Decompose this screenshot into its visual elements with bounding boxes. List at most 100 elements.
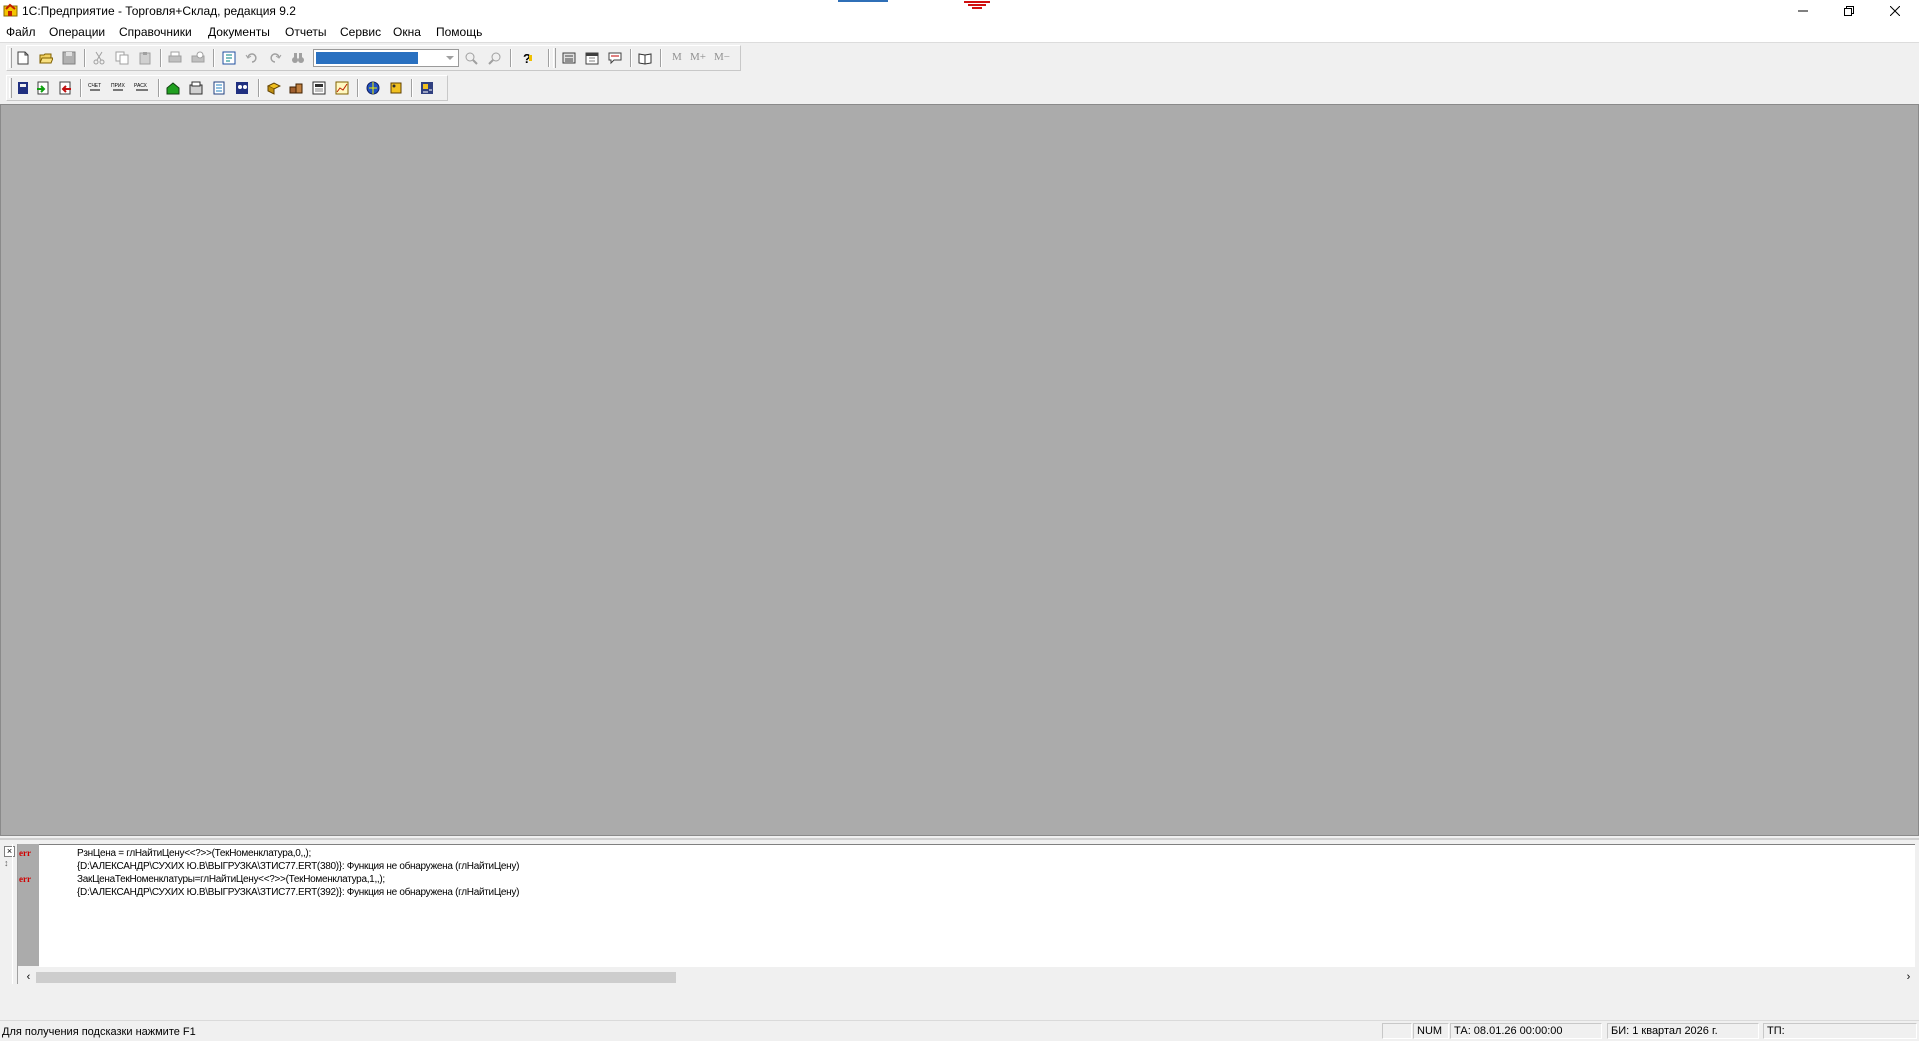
print-preview-icon	[191, 51, 205, 63]
status-tp: ТП:	[1763, 1023, 1917, 1039]
menu-reports[interactable]: Отчеты	[285, 25, 326, 39]
toolbar-grip[interactable]	[553, 48, 556, 68]
cash-register-icon	[189, 81, 203, 95]
app-1c-icon	[3, 3, 18, 18]
menu-bar: Файл Операции Справочники Документы Отче…	[0, 22, 1919, 43]
settings-button[interactable]	[418, 79, 436, 97]
svg-text:РАСХ: РАСХ	[134, 83, 148, 89]
toolbar-separator	[160, 49, 162, 67]
memory-subtract-button[interactable]: M−	[714, 51, 730, 63]
context-help-button[interactable]: ?	[518, 49, 536, 67]
cash-register-button[interactable]	[187, 79, 205, 97]
speech-bubble-icon	[608, 52, 622, 65]
undo-button[interactable]	[243, 49, 261, 67]
paste-button[interactable]	[136, 49, 154, 67]
status-panel-empty	[1382, 1023, 1412, 1039]
redo-arrow-icon	[270, 53, 282, 63]
mdi-workspace[interactable]	[0, 104, 1919, 836]
open-button[interactable]	[37, 49, 55, 67]
title-decoration-mark	[962, 0, 992, 10]
find-next-button[interactable]	[462, 49, 480, 67]
scroll-right-icon[interactable]: ›	[1902, 971, 1915, 984]
incoming-button[interactable]	[34, 79, 52, 97]
redo-button[interactable]	[266, 49, 284, 67]
close-button[interactable]	[1872, 0, 1918, 22]
contractors-button[interactable]	[233, 79, 251, 97]
open-folder-icon	[39, 53, 53, 64]
copy-button[interactable]	[113, 49, 131, 67]
warehouse-button[interactable]	[164, 79, 182, 97]
calendar-button[interactable]	[583, 49, 601, 67]
search-combo[interactable]	[313, 49, 459, 67]
status-period: БИ: 1 квартал 2026 г.	[1607, 1023, 1759, 1039]
scroll-left-icon[interactable]: ‹	[22, 971, 35, 984]
question-mark-icon: ?	[523, 51, 532, 65]
restore-button[interactable]	[1826, 0, 1872, 22]
document-list-button[interactable]	[210, 79, 228, 97]
price-list-button[interactable]	[387, 79, 405, 97]
undo-arrow-icon	[245, 53, 257, 63]
invoice-button[interactable]: СЧЕТ	[87, 79, 105, 97]
menu-service[interactable]: Сервис	[340, 25, 381, 39]
memory-button[interactable]: M	[672, 51, 682, 63]
title-bar[interactable]: 1С:Предприятие - Торговля+Склад, редакци…	[0, 0, 1919, 22]
horizontal-scrollbar[interactable]: ‹ ›	[18, 970, 1917, 985]
message-line[interactable]: РзнЦена = глНайтиЦену<<?>>(ТекНоменклату…	[77, 848, 311, 859]
toolbar-grip[interactable]	[9, 48, 12, 68]
outgoing-button[interactable]	[56, 79, 74, 97]
binoculars-icon	[292, 53, 304, 63]
save-button[interactable]	[60, 49, 78, 67]
find-previous-icon	[488, 52, 501, 65]
toolbar-separator	[510, 49, 512, 67]
message-gutter	[18, 844, 39, 966]
print-preview-button[interactable]	[189, 49, 207, 67]
search-combo-selection	[316, 52, 418, 64]
reports-button[interactable]	[310, 79, 328, 97]
find-previous-button[interactable]	[486, 49, 504, 67]
minimize-button[interactable]	[1780, 0, 1826, 22]
chart-report-button[interactable]	[333, 79, 351, 97]
receipt-icon: ПРИХ	[111, 83, 126, 91]
journal-icon	[18, 82, 28, 94]
scissors-icon	[93, 51, 105, 65]
syntax-helper-button[interactable]	[636, 49, 654, 67]
new-document-icon	[17, 51, 29, 65]
shipment-button[interactable]: РАСХ	[133, 79, 151, 97]
help-book-icon	[222, 51, 236, 65]
menu-file[interactable]: Файл	[6, 25, 36, 39]
message-line[interactable]: {D:\АЛЕКСАНДР\СУХИХ Ю.В\ВЫГРУЗКА\ЗТИС77.…	[77, 861, 519, 872]
find-next-icon	[465, 52, 478, 65]
receipt-button[interactable]: ПРИХ	[110, 79, 128, 97]
menu-references[interactable]: Справочники	[119, 25, 192, 39]
toolbar-separator	[660, 49, 662, 67]
menu-help[interactable]: Помощь	[436, 25, 482, 39]
menu-operations[interactable]: Операции	[49, 25, 105, 39]
exchange-button[interactable]	[364, 79, 382, 97]
stock-button[interactable]	[287, 79, 305, 97]
copy-icon	[115, 51, 129, 65]
journal-button[interactable]	[14, 79, 32, 97]
tips-button[interactable]	[606, 49, 624, 67]
help-index-button[interactable]	[220, 49, 238, 67]
calculator-button[interactable]	[560, 49, 578, 67]
close-icon	[1890, 6, 1900, 16]
chevron-down-icon[interactable]	[443, 51, 457, 65]
goods-button[interactable]	[265, 79, 283, 97]
status-hint: Для получения подсказки нажмите F1	[2, 1026, 196, 1038]
printer-icon	[168, 51, 182, 63]
find-button[interactable]	[289, 49, 307, 67]
toolbar-separator	[357, 79, 359, 97]
menu-windows[interactable]: Окна	[393, 25, 421, 39]
print-button[interactable]	[166, 49, 184, 67]
new-document-button[interactable]	[14, 49, 32, 67]
message-line[interactable]: ЗакЦенаТекНоменклатуры=глНайтиЦену<<?>>(…	[77, 874, 385, 885]
toolbar-grip[interactable]	[9, 78, 12, 98]
message-line[interactable]: {D:\АЛЕКСАНДР\СУХИХ Ю.В\ВЫГРУЗКА\ЗТИС77.…	[77, 887, 519, 898]
memory-add-button[interactable]: M+	[690, 51, 706, 63]
open-book-icon	[638, 53, 652, 65]
toolbar-separator	[80, 79, 82, 97]
settings-panel-icon	[421, 82, 433, 94]
scroll-thumb[interactable]	[36, 972, 676, 983]
menu-documents[interactable]: Документы	[208, 25, 270, 39]
cut-button[interactable]	[90, 49, 108, 67]
